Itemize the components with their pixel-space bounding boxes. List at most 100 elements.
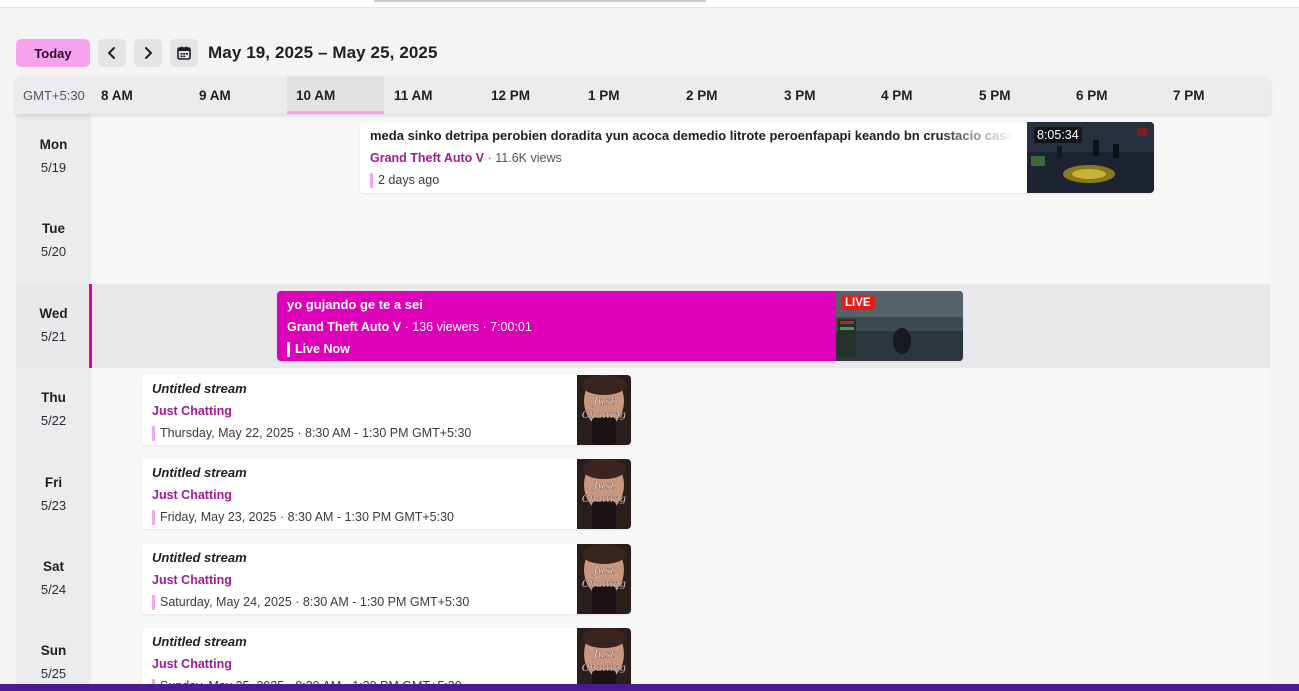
schedule-calendar: GMT+5:30 8 AM 9 AM 10 AM 11 AM 12 PM 1 P… xyxy=(16,76,1270,691)
day-name: Fri xyxy=(44,475,63,490)
previous-week-button[interactable] xyxy=(98,39,126,67)
top-strip xyxy=(0,0,1299,8)
category-thumbnail-image: Just Chatting xyxy=(577,544,631,614)
category-thumbnail: Just Chatting xyxy=(577,544,631,614)
day-label-wed: Wed 5/21 xyxy=(16,306,91,344)
event-title: yo gujando ge te a sei xyxy=(287,297,423,312)
meta-separator: · xyxy=(404,320,409,334)
live-now-label: Live Now xyxy=(295,342,350,356)
schedule-datetime: Saturday, May 24, 2025 · 8:30 AM - 1:30 … xyxy=(160,595,470,609)
schedule-datetime: Friday, May 23, 2025 · 8:30 AM - 1:30 PM… xyxy=(160,510,454,524)
event-title: Untitled stream xyxy=(152,550,247,565)
category-thumbnail-image: Just Chatting xyxy=(577,628,631,691)
category-thumbnail: Just Chatting xyxy=(577,459,631,529)
category-thumbnail: Just Chatting xyxy=(577,375,631,445)
vod-thumbnail[interactable]: 8:05:34 xyxy=(1027,122,1154,193)
event-meta: Grand Theft Auto V · 11.6K views xyxy=(370,148,1027,170)
game-link[interactable]: Grand Theft Auto V xyxy=(370,151,484,165)
hour-label: 12 PM xyxy=(491,88,531,103)
schedule-datetime: Thursday, May 22, 2025 · 8:30 AM - 1:30 … xyxy=(160,426,472,440)
event-title: Untitled stream xyxy=(152,465,247,480)
category-thumb-word: Just xyxy=(591,395,615,408)
time-bar xyxy=(152,509,155,525)
category-thumbnail-image: Just Chatting xyxy=(577,459,631,529)
hour-label: 7 PM xyxy=(1173,88,1205,103)
category-thumb-word: Just xyxy=(591,479,615,492)
live-stream-card[interactable]: yo gujando ge te a sei Grand Theft Auto … xyxy=(277,291,963,361)
category-link[interactable]: Just Chatting xyxy=(152,654,567,676)
hour-label: 11 AM xyxy=(394,88,433,103)
day-label-tue: Tue 5/20 xyxy=(16,221,91,259)
event-time: 2 days ago xyxy=(370,170,1027,190)
vod-duration: 8:05:34 xyxy=(1034,127,1082,143)
category-thumbnail-image: Just Chatting xyxy=(577,375,631,445)
scheduled-stream-card[interactable]: Untitled stream Just Chatting Thursday, … xyxy=(142,375,631,445)
day-label-mon: Mon 5/19 xyxy=(16,137,91,175)
event-time: Thursday, May 22, 2025 · 8:30 AM - 1:30 … xyxy=(152,423,567,443)
category-thumb-word: Chatting xyxy=(582,410,626,421)
time-bar xyxy=(152,425,155,441)
hour-label: 9 AM xyxy=(199,88,231,103)
calendar-icon xyxy=(177,46,191,60)
meta-separator: · xyxy=(487,151,492,165)
scheduled-stream-card[interactable]: Untitled stream Just Chatting Sunday, Ma… xyxy=(142,628,631,691)
day-date: 5/25 xyxy=(40,666,67,681)
event-time: Friday, May 23, 2025 · 8:30 AM - 1:30 PM… xyxy=(152,507,567,527)
day-label-fri: Fri 5/23 xyxy=(16,475,91,513)
event-meta: Grand Theft Auto V · 136 viewers · 7:00:… xyxy=(287,317,836,339)
day-name: Mon xyxy=(39,137,68,152)
event-time: Saturday, May 24, 2025 · 8:30 AM - 1:30 … xyxy=(152,592,567,612)
day-label-sun: Sun 5/25 xyxy=(16,643,91,681)
viewer-count: 136 viewers xyxy=(412,320,479,334)
schedule-toolbar: Today May 19, 2025 – May 25, 2025 xyxy=(16,38,438,68)
day-date: 5/21 xyxy=(40,329,67,344)
date-range-title: May 19, 2025 – May 25, 2025 xyxy=(208,43,438,62)
meta-separator: · xyxy=(482,320,487,334)
hour-label: 5 PM xyxy=(979,88,1011,103)
hour-label: 2 PM xyxy=(686,88,718,103)
day-date: 5/20 xyxy=(40,244,67,259)
category-thumb-word: Chatting xyxy=(582,663,626,674)
day-name: Sun xyxy=(40,643,67,658)
chevron-left-icon xyxy=(108,47,115,59)
timezone-label: GMT+5:30 xyxy=(23,88,85,103)
next-week-button[interactable] xyxy=(134,39,162,67)
day-name: Thu xyxy=(41,390,66,405)
bottom-bar xyxy=(0,684,1299,691)
category-thumb-word: Chatting xyxy=(582,579,626,590)
time-bar xyxy=(287,341,290,357)
time-header: GMT+5:30 8 AM 9 AM 10 AM 11 AM 12 PM 1 P… xyxy=(16,76,1270,114)
live-badge: LIVE xyxy=(841,296,875,310)
day-date: 5/23 xyxy=(40,498,67,513)
time-ago: 2 days ago xyxy=(378,173,440,187)
category-thumb-word: Just xyxy=(591,564,615,577)
hour-label: 4 PM xyxy=(881,88,913,103)
time-bar xyxy=(152,594,155,610)
chevron-right-icon xyxy=(145,47,152,59)
scheduled-stream-card[interactable]: Untitled stream Just Chatting Saturday, … xyxy=(142,544,631,614)
today-button[interactable]: Today xyxy=(16,39,90,67)
tab-hint xyxy=(374,0,706,2)
day-name: Tue xyxy=(42,221,65,236)
category-thumb-word: Just xyxy=(591,648,615,661)
live-status: Live Now xyxy=(287,339,836,359)
scheduled-stream-card[interactable]: Untitled stream Just Chatting Friday, Ma… xyxy=(142,459,631,529)
category-thumbnail: Just Chatting xyxy=(577,628,631,691)
view-count: 11.6K views xyxy=(495,151,562,165)
current-hour-underline xyxy=(287,111,384,114)
event-title: Untitled stream xyxy=(152,634,247,649)
category-thumb-word: Chatting xyxy=(582,494,626,505)
category-link[interactable]: Just Chatting xyxy=(152,401,567,423)
event-title: meda sinko detripa perobien doradita yun… xyxy=(370,128,1022,143)
category-link[interactable]: Just Chatting xyxy=(152,485,567,507)
live-thumbnail[interactable]: LIVE xyxy=(836,291,963,361)
time-bar xyxy=(370,172,373,188)
day-label-thu: Thu 5/22 xyxy=(16,390,91,428)
hour-label: 1 PM xyxy=(588,88,620,103)
past-broadcast-card[interactable]: meda sinko detripa perobien doradita yun… xyxy=(360,122,1154,193)
stream-uptime: 7:00:01 xyxy=(490,320,532,334)
date-picker-button[interactable] xyxy=(170,39,198,67)
game-link[interactable]: Grand Theft Auto V xyxy=(287,320,401,334)
title-fade xyxy=(937,122,1027,193)
category-link[interactable]: Just Chatting xyxy=(152,570,567,592)
